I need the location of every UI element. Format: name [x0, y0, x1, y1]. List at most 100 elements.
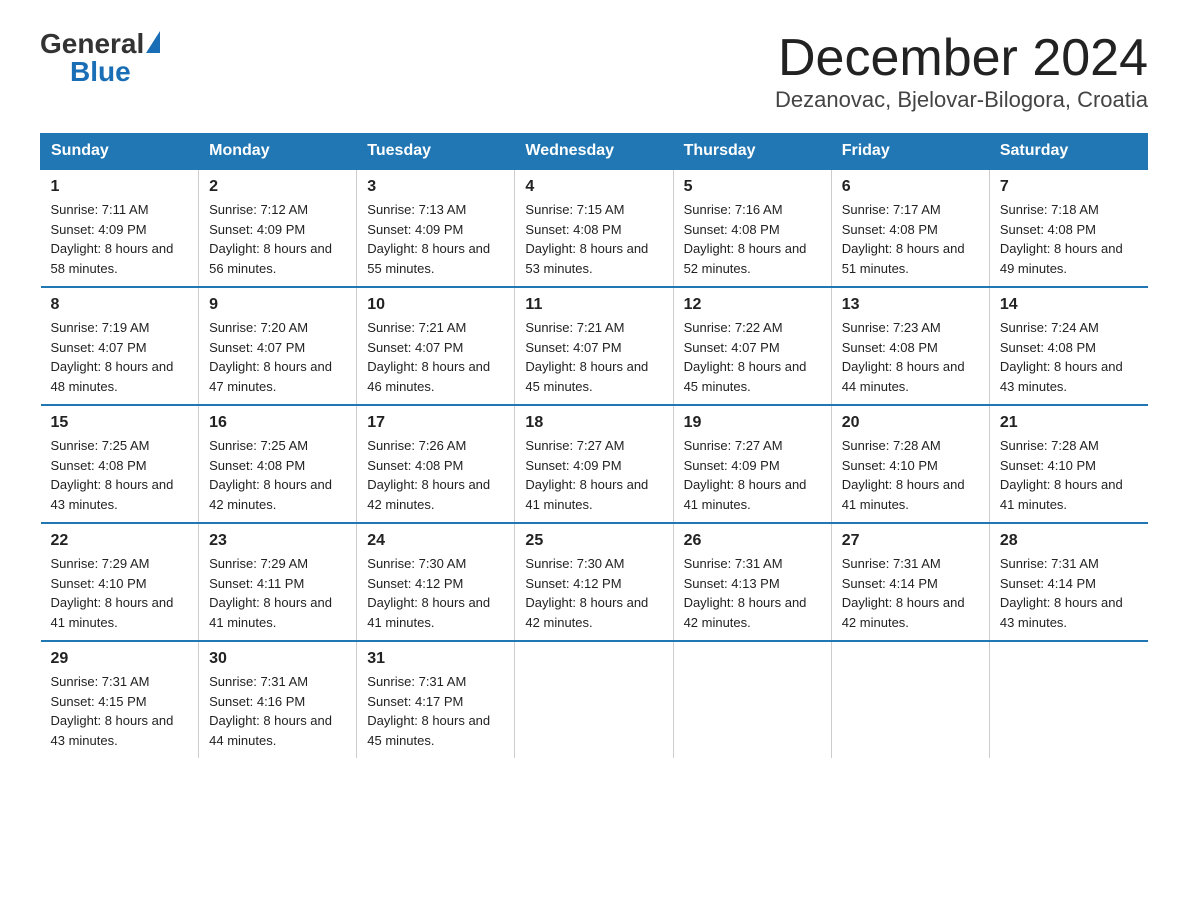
day-number: 30: [209, 650, 346, 668]
calendar-cell: 17 Sunrise: 7:26 AMSunset: 4:08 PMDaylig…: [357, 405, 515, 523]
calendar-cell: 9 Sunrise: 7:20 AMSunset: 4:07 PMDayligh…: [199, 287, 357, 405]
calendar-table: SundayMondayTuesdayWednesdayThursdayFrid…: [40, 133, 1148, 758]
day-number: 29: [51, 650, 189, 668]
day-number: 18: [525, 414, 662, 432]
day-info: Sunrise: 7:16 AMSunset: 4:08 PMDaylight:…: [684, 202, 807, 276]
calendar-cell: 7 Sunrise: 7:18 AMSunset: 4:08 PMDayligh…: [989, 169, 1147, 287]
day-number: 16: [209, 414, 346, 432]
day-number: 15: [51, 414, 189, 432]
day-number: 12: [684, 296, 821, 314]
day-number: 8: [51, 296, 189, 314]
header-tuesday: Tuesday: [357, 134, 515, 170]
day-info: Sunrise: 7:31 AMSunset: 4:13 PMDaylight:…: [684, 556, 807, 630]
calendar-cell: [989, 641, 1147, 758]
day-info: Sunrise: 7:22 AMSunset: 4:07 PMDaylight:…: [684, 320, 807, 394]
calendar-cell: 2 Sunrise: 7:12 AMSunset: 4:09 PMDayligh…: [199, 169, 357, 287]
calendar-cell: 8 Sunrise: 7:19 AMSunset: 4:07 PMDayligh…: [41, 287, 199, 405]
calendar-cell: 30 Sunrise: 7:31 AMSunset: 4:16 PMDaylig…: [199, 641, 357, 758]
day-info: Sunrise: 7:17 AMSunset: 4:08 PMDaylight:…: [842, 202, 965, 276]
day-info: Sunrise: 7:30 AMSunset: 4:12 PMDaylight:…: [367, 556, 490, 630]
day-info: Sunrise: 7:31 AMSunset: 4:14 PMDaylight:…: [842, 556, 965, 630]
day-number: 1: [51, 178, 189, 196]
day-number: 22: [51, 532, 189, 550]
calendar-cell: 14 Sunrise: 7:24 AMSunset: 4:08 PMDaylig…: [989, 287, 1147, 405]
day-info: Sunrise: 7:31 AMSunset: 4:16 PMDaylight:…: [209, 674, 332, 748]
calendar-cell: 6 Sunrise: 7:17 AMSunset: 4:08 PMDayligh…: [831, 169, 989, 287]
calendar-cell: 21 Sunrise: 7:28 AMSunset: 4:10 PMDaylig…: [989, 405, 1147, 523]
week-row-4: 22 Sunrise: 7:29 AMSunset: 4:10 PMDaylig…: [41, 523, 1148, 641]
day-number: 25: [525, 532, 662, 550]
day-number: 28: [1000, 532, 1138, 550]
day-number: 17: [367, 414, 504, 432]
day-info: Sunrise: 7:27 AMSunset: 4:09 PMDaylight:…: [684, 438, 807, 512]
logo-triangle-icon: [146, 31, 160, 53]
day-info: Sunrise: 7:25 AMSunset: 4:08 PMDaylight:…: [51, 438, 174, 512]
header-monday: Monday: [199, 134, 357, 170]
day-info: Sunrise: 7:28 AMSunset: 4:10 PMDaylight:…: [842, 438, 965, 512]
day-number: 14: [1000, 296, 1138, 314]
header-wednesday: Wednesday: [515, 134, 673, 170]
day-number: 13: [842, 296, 979, 314]
calendar-cell: 27 Sunrise: 7:31 AMSunset: 4:14 PMDaylig…: [831, 523, 989, 641]
day-number: 19: [684, 414, 821, 432]
day-info: Sunrise: 7:29 AMSunset: 4:10 PMDaylight:…: [51, 556, 174, 630]
calendar-cell: [673, 641, 831, 758]
day-info: Sunrise: 7:15 AMSunset: 4:08 PMDaylight:…: [525, 202, 648, 276]
day-info: Sunrise: 7:25 AMSunset: 4:08 PMDaylight:…: [209, 438, 332, 512]
day-info: Sunrise: 7:31 AMSunset: 4:15 PMDaylight:…: [51, 674, 174, 748]
day-number: 24: [367, 532, 504, 550]
page-subtitle: Dezanovac, Bjelovar-Bilogora, Croatia: [775, 87, 1148, 113]
day-info: Sunrise: 7:31 AMSunset: 4:14 PMDaylight:…: [1000, 556, 1123, 630]
header-thursday: Thursday: [673, 134, 831, 170]
day-info: Sunrise: 7:27 AMSunset: 4:09 PMDaylight:…: [525, 438, 648, 512]
calendar-cell: 5 Sunrise: 7:16 AMSunset: 4:08 PMDayligh…: [673, 169, 831, 287]
logo-general-text: General: [40, 30, 144, 58]
calendar-cell: 1 Sunrise: 7:11 AMSunset: 4:09 PMDayligh…: [41, 169, 199, 287]
calendar-cell: 12 Sunrise: 7:22 AMSunset: 4:07 PMDaylig…: [673, 287, 831, 405]
calendar-cell: 29 Sunrise: 7:31 AMSunset: 4:15 PMDaylig…: [41, 641, 199, 758]
day-info: Sunrise: 7:20 AMSunset: 4:07 PMDaylight:…: [209, 320, 332, 394]
day-number: 2: [209, 178, 346, 196]
calendar-cell: [515, 641, 673, 758]
day-info: Sunrise: 7:29 AMSunset: 4:11 PMDaylight:…: [209, 556, 332, 630]
day-info: Sunrise: 7:18 AMSunset: 4:08 PMDaylight:…: [1000, 202, 1123, 276]
day-info: Sunrise: 7:24 AMSunset: 4:08 PMDaylight:…: [1000, 320, 1123, 394]
day-number: 11: [525, 296, 662, 314]
calendar-cell: 15 Sunrise: 7:25 AMSunset: 4:08 PMDaylig…: [41, 405, 199, 523]
calendar-cell: 3 Sunrise: 7:13 AMSunset: 4:09 PMDayligh…: [357, 169, 515, 287]
day-number: 31: [367, 650, 504, 668]
calendar-cell: 13 Sunrise: 7:23 AMSunset: 4:08 PMDaylig…: [831, 287, 989, 405]
calendar-cell: 11 Sunrise: 7:21 AMSunset: 4:07 PMDaylig…: [515, 287, 673, 405]
calendar-cell: 28 Sunrise: 7:31 AMSunset: 4:14 PMDaylig…: [989, 523, 1147, 641]
week-row-3: 15 Sunrise: 7:25 AMSunset: 4:08 PMDaylig…: [41, 405, 1148, 523]
calendar-cell: 19 Sunrise: 7:27 AMSunset: 4:09 PMDaylig…: [673, 405, 831, 523]
day-number: 7: [1000, 178, 1138, 196]
calendar-cell: 4 Sunrise: 7:15 AMSunset: 4:08 PMDayligh…: [515, 169, 673, 287]
calendar-cell: 22 Sunrise: 7:29 AMSunset: 4:10 PMDaylig…: [41, 523, 199, 641]
logo: General Blue: [40, 30, 160, 86]
day-number: 23: [209, 532, 346, 550]
day-number: 5: [684, 178, 821, 196]
day-number: 10: [367, 296, 504, 314]
day-number: 3: [367, 178, 504, 196]
week-row-2: 8 Sunrise: 7:19 AMSunset: 4:07 PMDayligh…: [41, 287, 1148, 405]
day-info: Sunrise: 7:31 AMSunset: 4:17 PMDaylight:…: [367, 674, 490, 748]
week-row-1: 1 Sunrise: 7:11 AMSunset: 4:09 PMDayligh…: [41, 169, 1148, 287]
calendar-cell: 31 Sunrise: 7:31 AMSunset: 4:17 PMDaylig…: [357, 641, 515, 758]
day-number: 9: [209, 296, 346, 314]
day-info: Sunrise: 7:26 AMSunset: 4:08 PMDaylight:…: [367, 438, 490, 512]
day-number: 27: [842, 532, 979, 550]
calendar-cell: 10 Sunrise: 7:21 AMSunset: 4:07 PMDaylig…: [357, 287, 515, 405]
title-block: December 2024 Dezanovac, Bjelovar-Bilogo…: [775, 30, 1148, 113]
logo-blue-text: Blue: [70, 58, 131, 86]
calendar-cell: 20 Sunrise: 7:28 AMSunset: 4:10 PMDaylig…: [831, 405, 989, 523]
calendar-header-row: SundayMondayTuesdayWednesdayThursdayFrid…: [41, 134, 1148, 170]
day-number: 6: [842, 178, 979, 196]
calendar-cell: 18 Sunrise: 7:27 AMSunset: 4:09 PMDaylig…: [515, 405, 673, 523]
day-number: 26: [684, 532, 821, 550]
page-title: December 2024: [775, 30, 1148, 87]
day-number: 4: [525, 178, 662, 196]
calendar-cell: 24 Sunrise: 7:30 AMSunset: 4:12 PMDaylig…: [357, 523, 515, 641]
header-sunday: Sunday: [41, 134, 199, 170]
week-row-5: 29 Sunrise: 7:31 AMSunset: 4:15 PMDaylig…: [41, 641, 1148, 758]
